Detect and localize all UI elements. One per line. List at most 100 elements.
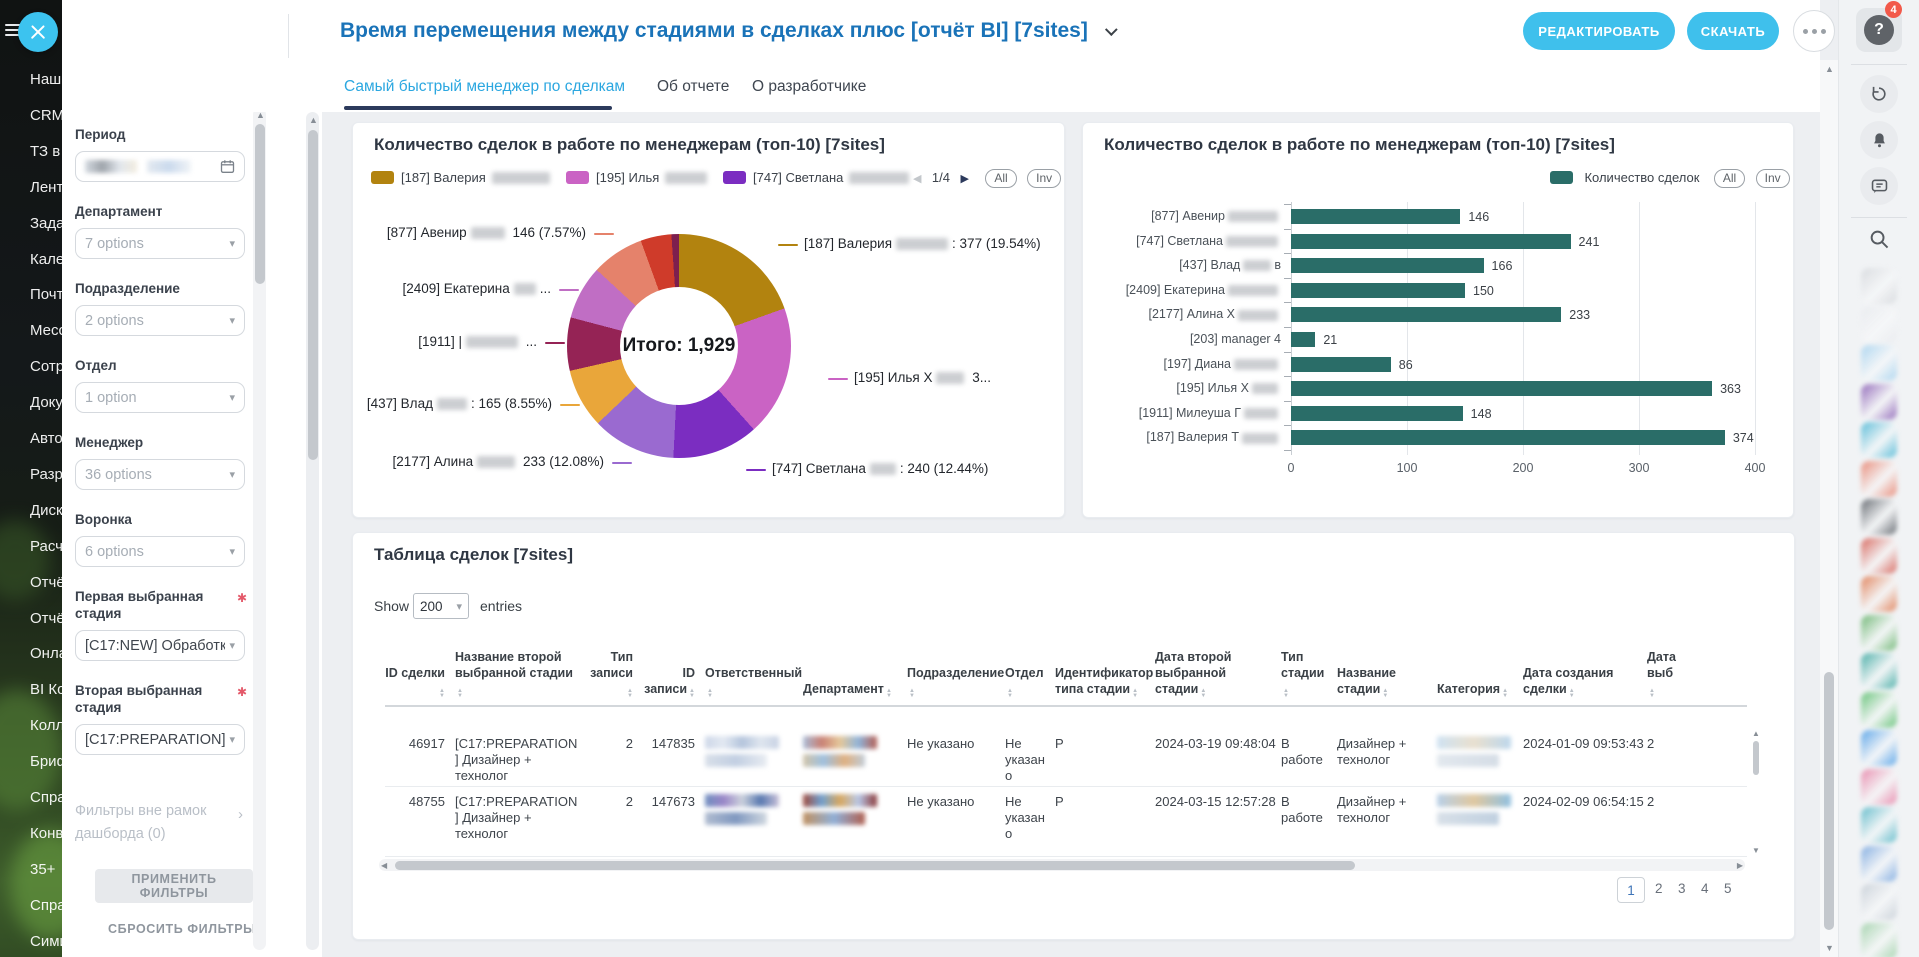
bar[interactable] <box>1291 209 1460 224</box>
legend-prev-icon[interactable]: ◀ <box>913 173 921 185</box>
avatar[interactable] <box>1861 769 1897 805</box>
left-rail-item[interactable]: Спра <box>30 789 62 806</box>
bar[interactable] <box>1291 430 1725 445</box>
left-rail-item[interactable]: Месс <box>30 322 62 339</box>
donut-chart[interactable]: Итого: 1,929 <box>567 234 791 458</box>
avatar[interactable] <box>1861 422 1897 458</box>
avatar[interactable] <box>1861 923 1897 957</box>
bar[interactable] <box>1291 332 1315 347</box>
table-column-header[interactable]: Тип записи▲▼ <box>589 649 643 699</box>
page-title[interactable]: Время перемещения между стадиями в сделк… <box>340 19 1113 43</box>
filter-select[interactable]: [C17:PREPARATION] Ди...▾ <box>75 724 245 755</box>
avatar[interactable] <box>1861 576 1897 612</box>
avatar[interactable] <box>1861 730 1897 766</box>
legend-item[interactable]: [747] Светлана <box>723 169 909 187</box>
bar[interactable] <box>1291 307 1561 322</box>
avatar[interactable] <box>1861 461 1897 497</box>
more-options-button[interactable] <box>1793 10 1835 52</box>
search-button[interactable] <box>1868 228 1891 256</box>
table-column-header[interactable]: Подразделение▲▼ <box>907 665 1005 699</box>
page-button[interactable]: 1 <box>1617 877 1645 903</box>
filters-outside-note[interactable]: Фильтры вне рамок дашборда (0) <box>75 800 245 846</box>
left-rail-item[interactable]: Кале <box>30 251 62 268</box>
table-column-header[interactable]: ID записи▲▼ <box>643 665 705 699</box>
avatar[interactable] <box>1861 653 1897 689</box>
page-size-select[interactable]: 200▾ <box>413 593 469 619</box>
left-rail-item[interactable]: Почт <box>30 286 62 303</box>
page-button[interactable]: 2 <box>1655 881 1663 896</box>
left-rail-item[interactable]: Лент <box>30 179 62 196</box>
scroll-up-icon[interactable]: ▲ <box>309 116 318 125</box>
avatar[interactable] <box>1861 307 1897 343</box>
download-button[interactable]: СКАЧАТЬ <box>1687 12 1779 50</box>
bar-inv-button[interactable]: Inv <box>1756 169 1790 188</box>
scroll-up-icon[interactable]: ▲ <box>1752 729 1760 738</box>
close-panel-button[interactable] <box>18 12 58 52</box>
legend-item[interactable]: [195] Илья <box>566 169 707 187</box>
table-column-header[interactable]: Дата выб▲▼ <box>1647 649 1689 699</box>
left-rail-item[interactable]: Диск <box>30 502 62 519</box>
left-rail-item[interactable]: Расч <box>30 538 62 555</box>
calendar-icon[interactable] <box>220 159 235 174</box>
left-rail-item[interactable]: Авто <box>30 430 62 447</box>
updates-button[interactable] <box>1860 75 1898 113</box>
avatar[interactable] <box>1861 807 1897 843</box>
main-scrollbar-thumb[interactable] <box>1824 672 1834 930</box>
tab-fastest-manager[interactable]: Самый быстрый менеджер по сделкам <box>344 78 625 96</box>
table-column-header[interactable]: Идентификатор типа стадии▲▼ <box>1055 665 1155 699</box>
table-hscrollbar-thumb[interactable] <box>395 861 1355 870</box>
left-rail-item[interactable]: BI Ко <box>30 681 62 698</box>
filter-scrollbar[interactable]: ▲ <box>253 108 266 950</box>
table-hscrollbar[interactable]: ◀ ▶ <box>379 859 1745 871</box>
panel-scrollbar-thumb[interactable] <box>308 130 318 460</box>
table-column-header[interactable]: Тип стадии▲▼ <box>1281 649 1337 699</box>
chevron-down-icon[interactable] <box>1105 23 1118 36</box>
left-rail-item[interactable]: 35+ <box>30 861 55 878</box>
table-header-row[interactable]: ID сделки▲▼Название второй выбранной ста… <box>385 649 1747 707</box>
avatar[interactable] <box>1861 692 1897 728</box>
avatar[interactable] <box>1861 345 1897 381</box>
reset-filters-button[interactable]: СБРОСИТЬ ФИЛЬТРЫ <box>102 921 262 937</box>
left-rail-item[interactable]: Разр <box>30 466 62 483</box>
tab-about-report[interactable]: Об отчете <box>657 78 729 96</box>
chevron-right-icon[interactable]: › <box>238 806 243 823</box>
period-date-input[interactable] <box>75 151 245 182</box>
legend-all-button[interactable]: All <box>985 169 1016 188</box>
chat-button[interactable] <box>1860 167 1898 205</box>
filter-select[interactable]: 6 options▾ <box>75 536 245 567</box>
scroll-up-icon[interactable]: ▲ <box>256 111 265 120</box>
table-column-header[interactable]: Ответственный▲▼ <box>705 665 803 699</box>
left-rail-item[interactable]: CRM <box>30 107 62 124</box>
page-button[interactable]: 5 <box>1724 881 1732 896</box>
scroll-right-icon[interactable]: ▶ <box>1737 861 1743 870</box>
left-rail-item[interactable]: Спра <box>30 897 62 914</box>
avatar[interactable] <box>1861 615 1897 651</box>
apply-filters-button[interactable]: ПРИМЕНИТЬ ФИЛЬТРЫ <box>95 869 253 903</box>
panel-scrollbar[interactable]: ▲ <box>306 112 319 950</box>
left-rail-item[interactable]: Доку <box>30 394 62 411</box>
left-rail-item[interactable]: Наш <box>30 71 61 88</box>
left-rail-item[interactable]: Сотр <box>30 358 62 375</box>
scroll-down-icon[interactable]: ▼ <box>1825 944 1834 953</box>
avatar[interactable] <box>1861 538 1897 574</box>
table-column-header[interactable]: ID сделки▲▼ <box>385 665 455 699</box>
table-column-header[interactable]: Категория▲▼ <box>1437 681 1523 699</box>
left-rail-item[interactable]: Конв <box>30 825 62 842</box>
edit-button[interactable]: РЕДАКТИРОВАТЬ <box>1523 12 1675 50</box>
avatar[interactable] <box>1861 268 1897 304</box>
filter-select[interactable]: 1 option▾ <box>75 382 245 413</box>
avatar[interactable] <box>1861 846 1897 882</box>
scroll-down-icon[interactable]: ▼ <box>1752 846 1760 855</box>
table-column-header[interactable]: Департамент▲▼ <box>803 681 907 699</box>
table-column-header[interactable]: Название стадии▲▼ <box>1337 665 1437 699</box>
notifications-button[interactable] <box>1860 121 1898 159</box>
bar[interactable] <box>1291 234 1571 249</box>
legend-inv-button[interactable]: Inv <box>1027 169 1061 188</box>
main-scrollbar[interactable]: ▲ ▼ <box>1820 60 1838 957</box>
bar[interactable] <box>1291 381 1712 396</box>
left-rail-item[interactable]: Бриф <box>30 753 62 770</box>
filter-select[interactable]: [C17:NEW] Обработка▾ <box>75 630 245 661</box>
avatar[interactable] <box>1861 384 1897 420</box>
left-rail-item[interactable]: Колл <box>30 717 62 734</box>
scroll-up-icon[interactable]: ▲ <box>1825 65 1834 74</box>
